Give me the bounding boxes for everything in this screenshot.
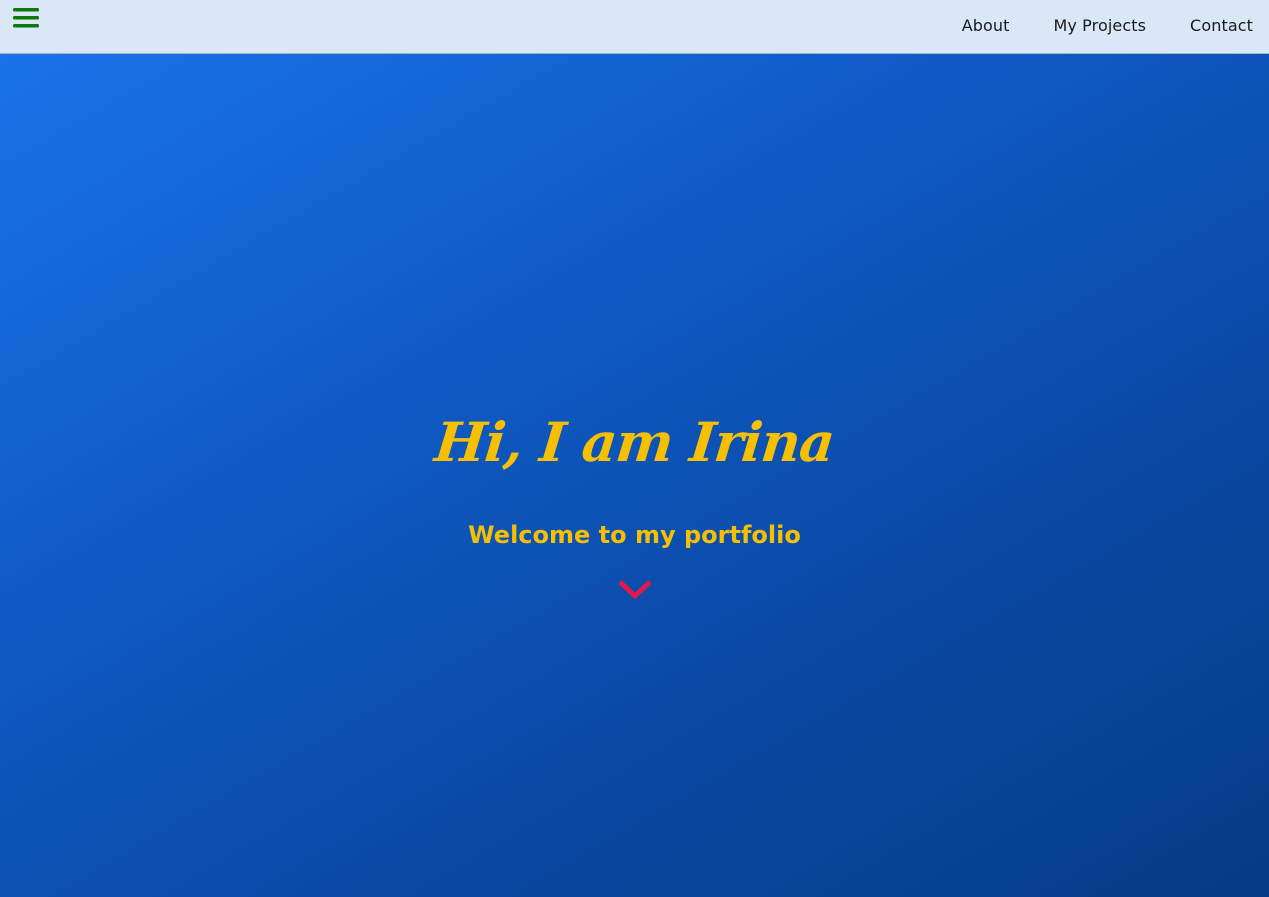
hero-title: Hi, I am Irina	[431, 410, 838, 474]
nav-link-contact[interactable]: Contact	[1190, 16, 1253, 35]
nav-link-my-projects[interactable]: My Projects	[1054, 16, 1147, 35]
nav-link-about[interactable]: About	[962, 16, 1010, 35]
top-navbar: About My Projects Contact	[0, 0, 1269, 54]
chevron-down-icon[interactable]	[617, 578, 653, 602]
hero-section: Hi, I am Irina Welcome to my portfolio	[0, 54, 1269, 897]
hamburger-menu-icon[interactable]	[13, 7, 39, 29]
hero-subtitle: Welcome to my portfolio	[468, 521, 801, 549]
nav-links: About My Projects Contact	[962, 0, 1253, 50]
